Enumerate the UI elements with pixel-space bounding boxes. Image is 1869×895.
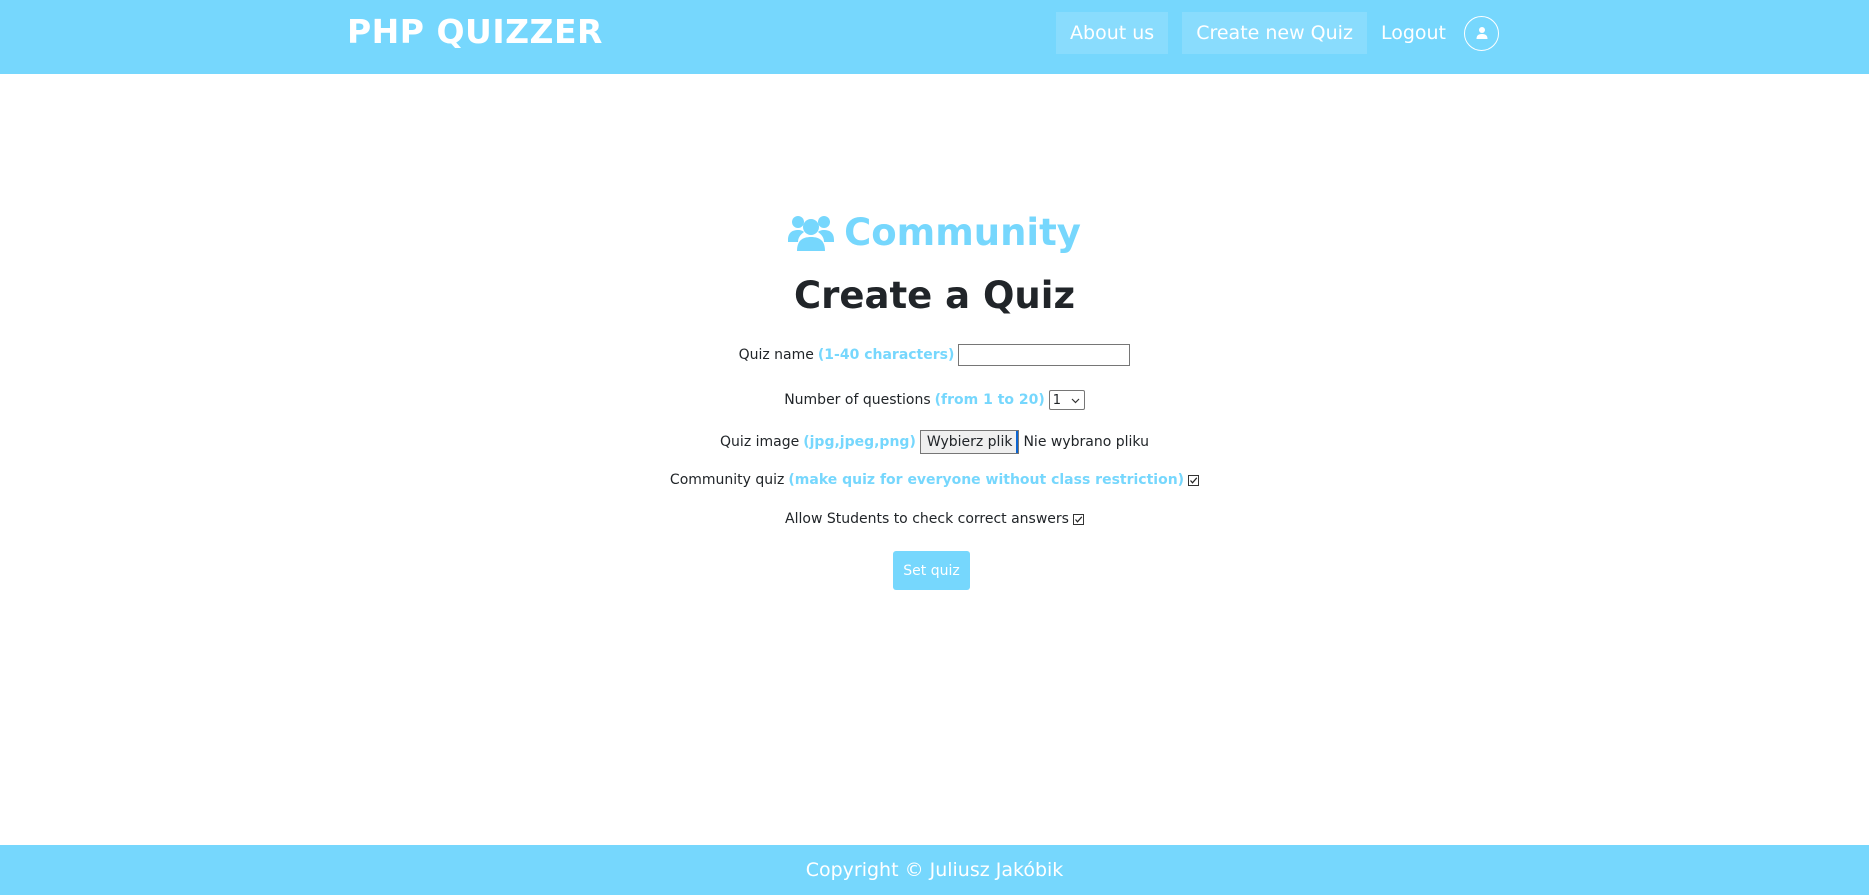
main-content: Community Create a Quiz Quiz name (1-40 … bbox=[0, 74, 1869, 845]
quiz-name-label: Quiz name bbox=[738, 347, 814, 363]
num-questions-select[interactable]: 1 bbox=[1048, 390, 1085, 410]
allow-check-checkbox[interactable] bbox=[1072, 513, 1084, 525]
community-heading: Community bbox=[0, 211, 1869, 254]
page-title: Create a Quiz bbox=[794, 274, 1075, 317]
quiz-image-row: Quiz image (jpg,jpeg,png) Wybierz plik N… bbox=[0, 430, 1869, 454]
check-icon bbox=[1075, 515, 1083, 523]
choose-file-button[interactable]: Wybierz plik bbox=[919, 430, 1020, 454]
num-questions-row: Number of questions (from 1 to 20) 1 bbox=[0, 390, 1869, 410]
logout-link[interactable]: Logout bbox=[1367, 12, 1446, 54]
quiz-image-label: Quiz image bbox=[720, 434, 800, 450]
quiz-name-row: Quiz name (1-40 characters) bbox=[0, 344, 1869, 366]
file-status-text: Nie wybrano pliku bbox=[1023, 434, 1149, 450]
quiz-name-input[interactable] bbox=[958, 344, 1131, 366]
community-quiz-label: Community quiz bbox=[669, 472, 785, 488]
check-icon bbox=[1190, 476, 1198, 484]
create-new-quiz-link[interactable]: Create new Quiz bbox=[1182, 12, 1367, 54]
num-questions-label: Number of questions bbox=[784, 392, 931, 408]
set-quiz-button[interactable]: Set quiz bbox=[893, 551, 970, 590]
num-questions-hint: (from 1 to 20) bbox=[934, 392, 1045, 408]
users-icon bbox=[788, 214, 835, 252]
user-avatar-button[interactable] bbox=[1464, 15, 1499, 51]
page: PHP QUIZZER About us Create new Quiz Log… bbox=[0, 0, 1869, 895]
allow-check-row: Allow Students to check correct answers bbox=[0, 511, 1869, 527]
brand-logo[interactable]: PHP QUIZZER bbox=[347, 12, 603, 51]
num-questions-value: 1 bbox=[1052, 392, 1062, 408]
chevron-down-icon bbox=[1071, 394, 1080, 409]
allow-check-label: Allow Students to check correct answers bbox=[785, 511, 1069, 527]
community-quiz-row: Community quiz (make quiz for everyone w… bbox=[0, 472, 1869, 488]
quiz-image-hint: (jpg,jpeg,png) bbox=[803, 434, 916, 450]
community-quiz-checkbox[interactable] bbox=[1188, 474, 1200, 486]
quiz-name-hint: (1-40 characters) bbox=[817, 347, 955, 363]
top-navbar: PHP QUIZZER About us Create new Quiz Log… bbox=[0, 0, 1869, 74]
community-label: Community bbox=[844, 211, 1081, 254]
about-us-link[interactable]: About us bbox=[1056, 12, 1169, 54]
user-icon bbox=[1475, 26, 1489, 40]
footer: Copyright © Juliusz Jakóbik bbox=[0, 845, 1869, 895]
nav-menu: About us Create new Quiz Logout bbox=[1042, 12, 1499, 54]
community-quiz-hint: (make quiz for everyone without class re… bbox=[788, 472, 1185, 488]
copyright-text: Copyright © Juliusz Jakóbik bbox=[805, 859, 1064, 881]
